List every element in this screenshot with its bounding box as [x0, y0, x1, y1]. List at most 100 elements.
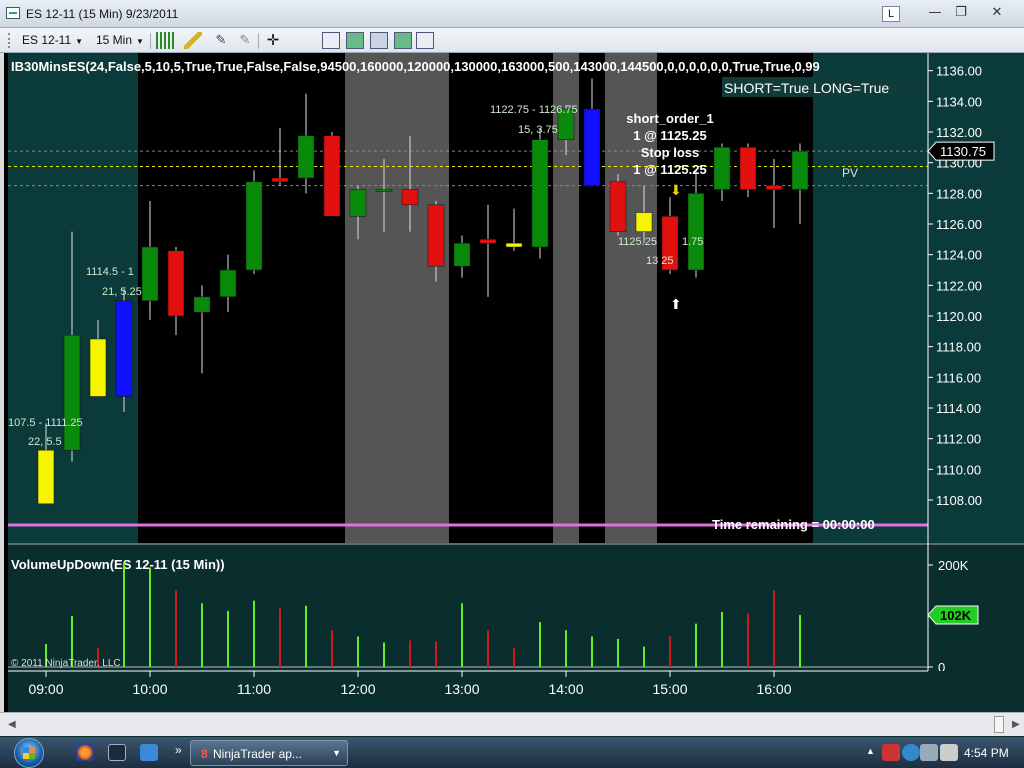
pin-disabled-icon[interactable]: ✎ [236, 32, 254, 49]
x-tick-label: 15:00 [652, 681, 687, 697]
candle-body [193, 296, 211, 313]
network-tray-icon[interactable] [902, 744, 920, 761]
buy-arrow-icon: ⬆ [670, 296, 682, 312]
explorer-icon[interactable] [140, 744, 158, 761]
crosshair-pin-icon[interactable]: ✎ [212, 32, 230, 49]
drawing-tool-icon[interactable] [184, 32, 202, 49]
scroll-thumb[interactable] [994, 716, 1004, 733]
post-session-zone [813, 53, 928, 543]
grey-zone [605, 53, 657, 543]
template-icon[interactable] [416, 32, 434, 49]
chart-toolbar: ES 12-11 ▼ 15 Min ▼ ✎ ✎ ✛ [0, 28, 1024, 53]
y-tick-label: 1132.00 [936, 125, 982, 140]
current-price-label: 1130.75 [940, 144, 986, 159]
current-volume-label: 102K [940, 608, 972, 623]
candle-body [687, 193, 705, 271]
data-box-icon[interactable] [394, 32, 412, 49]
fill-price-label: 1.75 [682, 236, 703, 248]
order-name: short_order_1 [626, 111, 713, 126]
security-tray-icon[interactable] [882, 744, 900, 761]
candle-body [453, 242, 471, 267]
taskbar-clock[interactable]: 4:54 PM [964, 746, 1009, 760]
y-tick-label: 1128.00 [936, 186, 982, 201]
stop-loss-title: Stop loss [641, 145, 700, 160]
candle-body [297, 135, 315, 179]
window-switcher-icon[interactable] [108, 744, 126, 761]
close-button[interactable]: ✕ [984, 4, 1010, 22]
y-tick-label: 1110.00 [936, 462, 981, 477]
minimize-button[interactable]: — [922, 4, 948, 22]
properties-icon[interactable] [322, 32, 340, 49]
candle-body [713, 147, 731, 190]
crosshair-icon[interactable]: ✛ [264, 32, 282, 49]
window-title: ES 12-11 (15 Min) 9/23/2011 [26, 7, 179, 21]
candle-body [479, 239, 497, 244]
volume-tray-icon[interactable] [940, 744, 958, 761]
chevron-down-icon: ▼ [75, 37, 84, 46]
y-tick-label: 200K [938, 558, 969, 573]
interval-selector[interactable]: 15 Min ▼ [96, 33, 144, 47]
candle-body [765, 185, 783, 190]
fill-sub-label: 13 25 [646, 255, 674, 267]
sell-arrow-icon: ⬇ [670, 182, 682, 198]
quicklaunch-chevron[interactable]: » [175, 743, 182, 757]
ninjatrader-taskbar-button[interactable]: 8 NinjaTrader ap... ▼ [190, 740, 348, 766]
y-tick-label: 1114.00 [936, 401, 981, 416]
range-sub-label: 15, 3.75 [518, 124, 558, 136]
restore-button[interactable]: ❐ [948, 4, 974, 22]
display-tray-icon[interactable] [920, 744, 938, 761]
price-panel[interactable]: 1108.00 1110.00 1112.00 1114.00 1116.00 1118.… [8, 53, 1024, 543]
candle-body [375, 189, 393, 192]
stop-loss-price: 1 @ 1125.25 [633, 162, 706, 177]
scroll-left-icon[interactable]: ◀ [8, 719, 16, 730]
instrument-selector[interactable]: ES 12-11 ▼ [22, 33, 83, 47]
y-tick-label: 1134.00 [936, 94, 982, 109]
candle-body [791, 150, 809, 190]
link-badge-button[interactable]: L [882, 6, 900, 22]
status-box-label: SHORT=True LONG=True [724, 80, 889, 96]
taskbar-app-label: NinjaTrader ap... [213, 747, 302, 761]
volume-panel[interactable]: VolumeUpDown(ES 12-11 (15 Min))0200K102K… [8, 543, 1024, 713]
indicators-icon[interactable] [346, 32, 364, 49]
windows-taskbar: » 8 NinjaTrader ap... ▼ ▲ 4:54 PM [0, 737, 1024, 768]
candle-body [609, 181, 627, 232]
toolbar-divider [150, 33, 151, 49]
candle-body [505, 242, 523, 248]
start-button[interactable] [14, 738, 44, 768]
chart-area[interactable]: 1108.00 1110.00 1112.00 1114.00 1116.00 1118.… [0, 53, 1024, 713]
time-remaining: Time remaining = 00:00:00 [712, 517, 875, 532]
toolbar-grip[interactable] [8, 33, 11, 48]
y-tick-label: 1108.00 [936, 493, 982, 508]
instrument-label: ES 12-11 [22, 33, 72, 47]
candle-body [115, 300, 133, 397]
window-count: 8 [201, 747, 208, 761]
scroll-right-icon[interactable]: ▶ [1012, 719, 1020, 730]
firefox-icon[interactable] [76, 744, 94, 761]
candle-body [167, 250, 185, 317]
candle-body [583, 108, 601, 186]
y-tick-label: 1136.00 [936, 64, 982, 79]
range-sub-label: 22, 5.5 [28, 436, 62, 448]
candle-body [219, 269, 237, 298]
order-qty-price: 1 @ 1125.25 [633, 128, 706, 143]
candle-body [323, 135, 341, 217]
candle-body [63, 334, 81, 451]
x-tick-label: 16:00 [756, 681, 791, 697]
x-tick-label: 10:00 [132, 681, 167, 697]
y-tick-label: 1126.00 [936, 217, 982, 232]
candle-body [141, 246, 159, 301]
pv-label: PV [842, 166, 858, 180]
chart-scrollbar[interactable]: ◀ ▶ [0, 712, 1024, 736]
x-tick-label: 11:00 [237, 681, 271, 697]
volume-title: VolumeUpDown(ES 12-11 (15 Min)) [11, 557, 225, 572]
copyright-label: © 2011 NinjaTrader, LLC [11, 658, 121, 669]
interval-label: 15 Min [96, 33, 133, 47]
tray-expand-icon[interactable]: ▲ [866, 746, 875, 756]
candle-body [739, 147, 757, 190]
strategies-icon[interactable] [370, 32, 388, 49]
range-sub-label: 21, 5.25 [102, 286, 142, 298]
bar-type-icon[interactable] [156, 32, 174, 49]
x-tick-label: 12:00 [340, 681, 375, 697]
chevron-down-icon: ▼ [136, 37, 144, 46]
candle-body [531, 139, 549, 248]
